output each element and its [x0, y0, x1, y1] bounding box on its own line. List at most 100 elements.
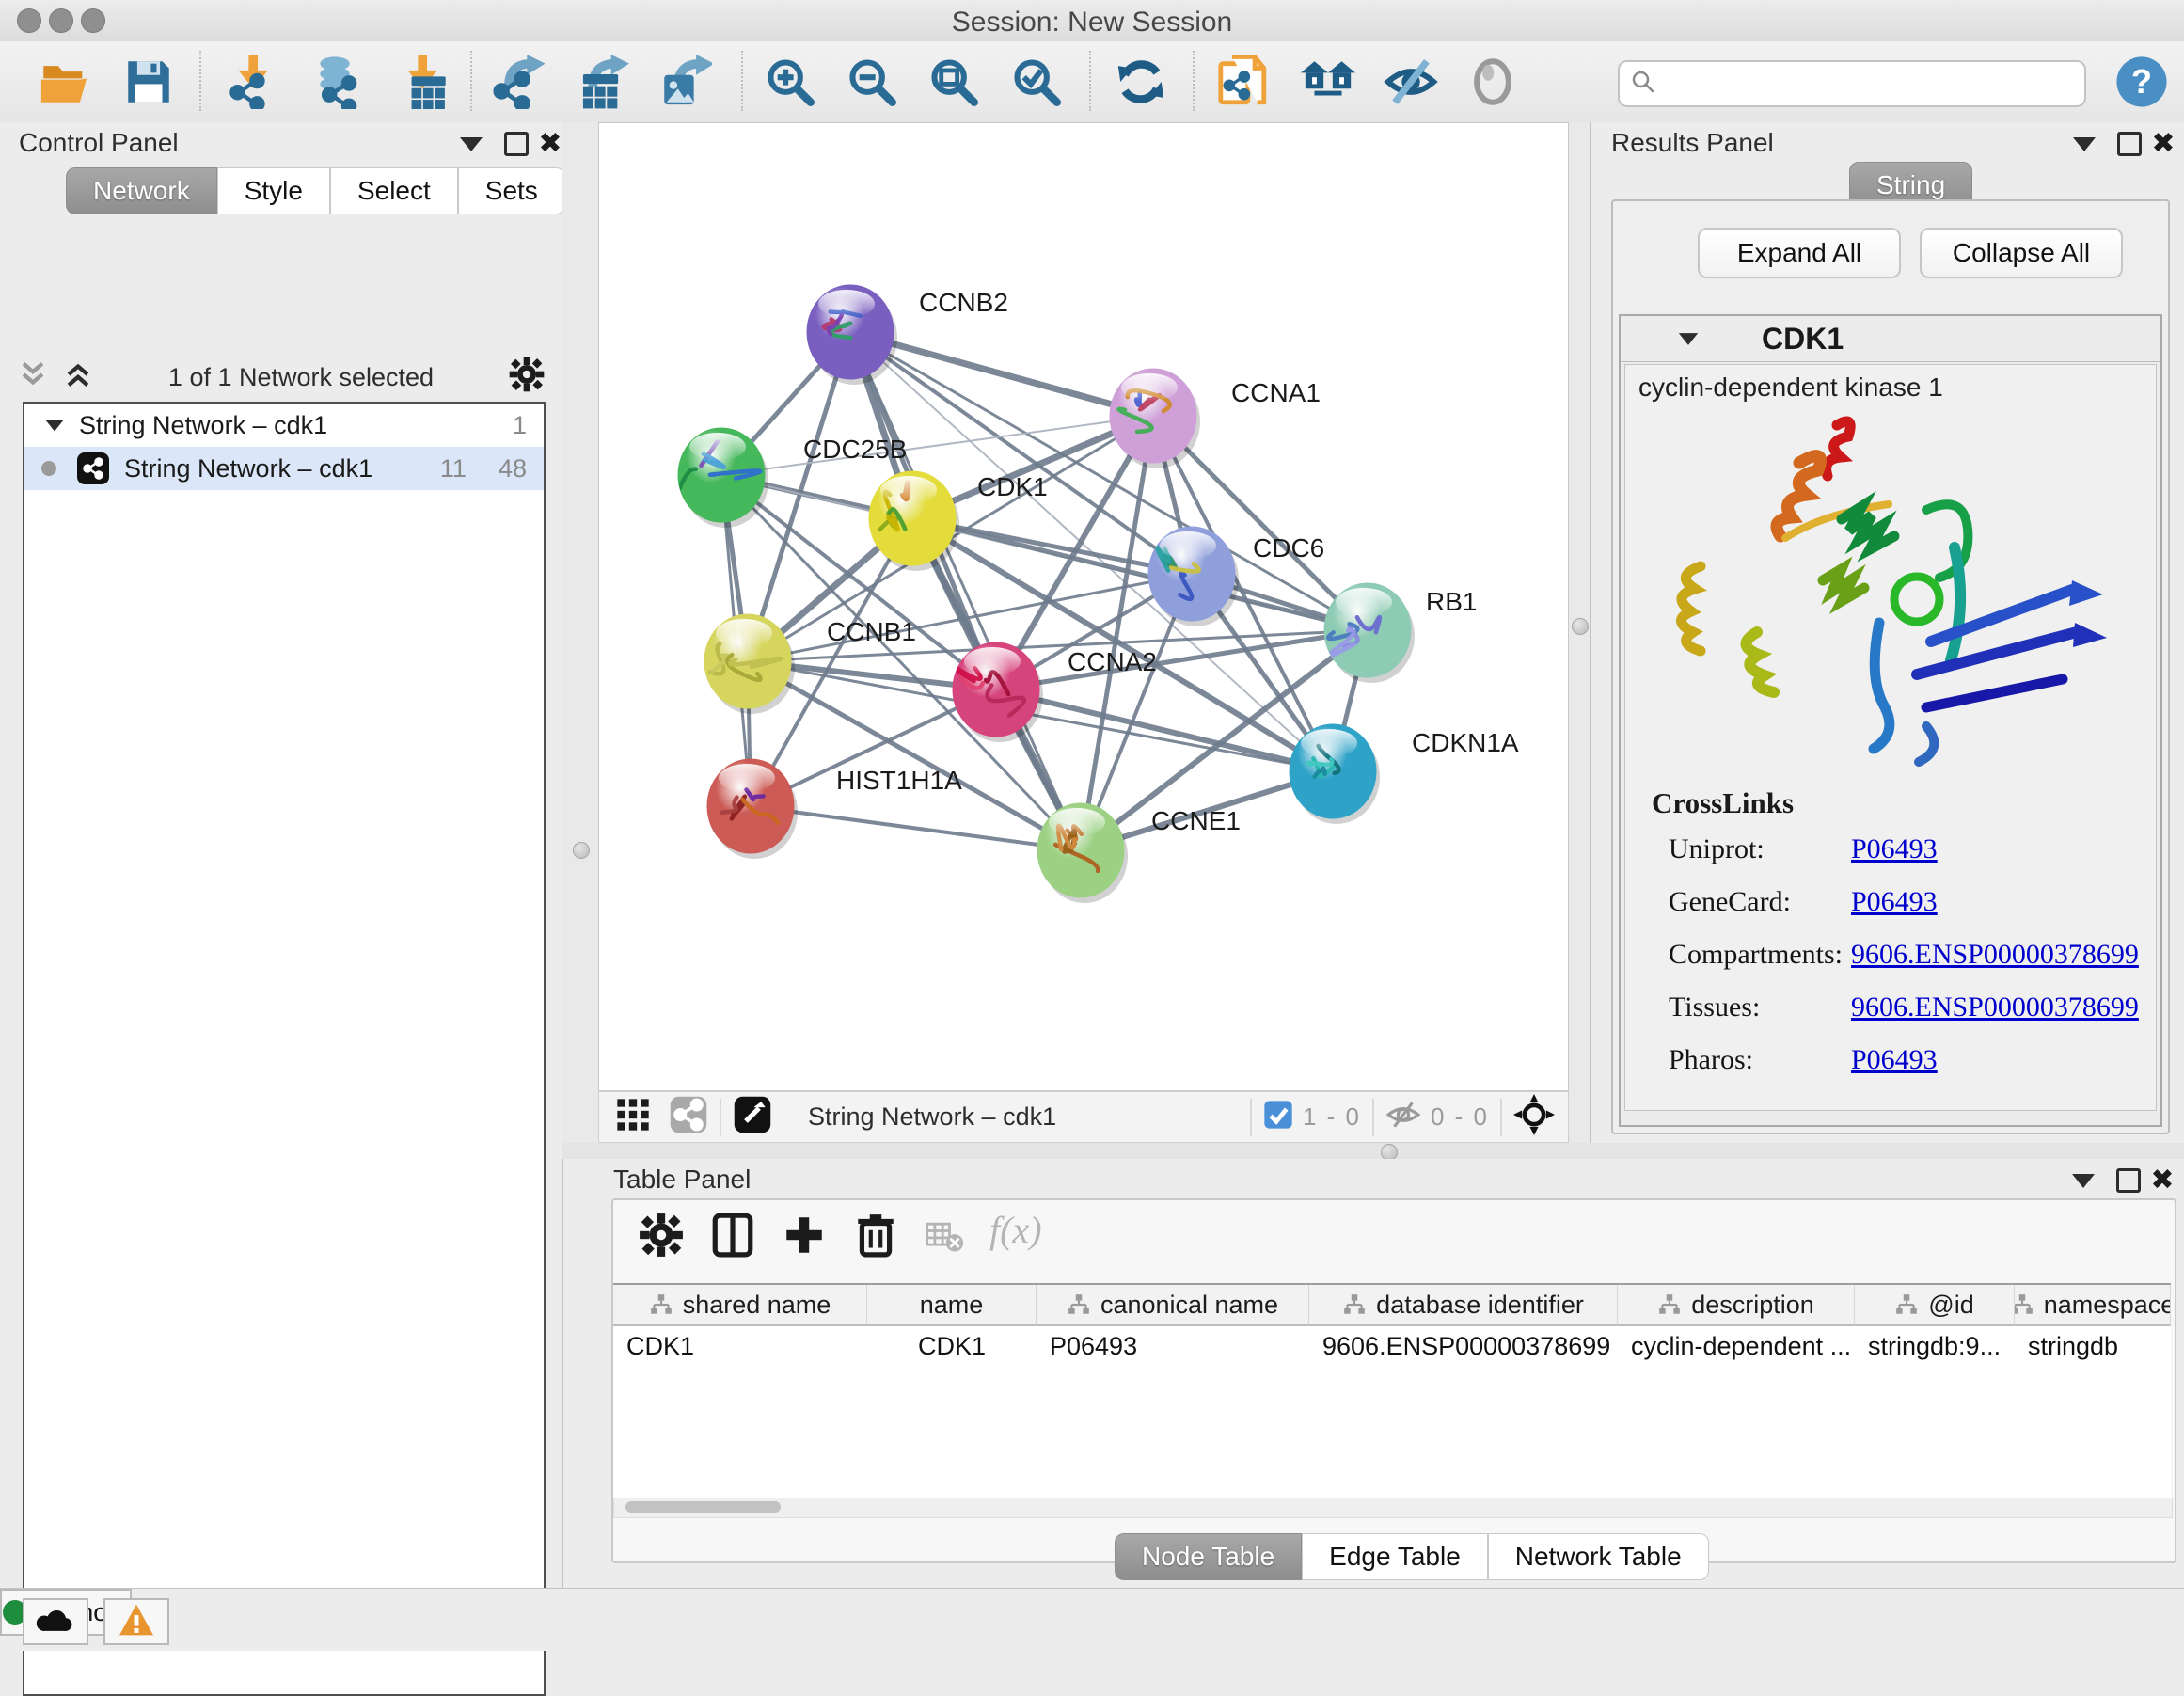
export-image-icon[interactable]	[657, 55, 712, 109]
zoom-fit-icon[interactable]	[926, 55, 981, 109]
column-header-namespace[interactable]: namespace	[2015, 1285, 2171, 1326]
crosslink-link[interactable]: P06493	[1851, 1044, 1938, 1076]
table-horizontal-scrollbar[interactable]	[613, 1498, 2173, 1518]
network-row[interactable]: String Network – cdk1 11 48	[24, 447, 544, 490]
collapse-all-networks-icon[interactable]	[17, 358, 49, 397]
crosslink-label: Uniprot:	[1669, 833, 1765, 865]
node-label-CCNE1: CCNE1	[1151, 806, 1241, 835]
node-HIST1H1A[interactable]	[707, 759, 798, 859]
zoom-out-icon[interactable]	[845, 55, 899, 109]
warnings-button[interactable]	[103, 1598, 169, 1645]
node-CCNE1[interactable]	[1037, 803, 1128, 903]
column-header-@id[interactable]: @id	[1855, 1285, 2015, 1326]
network-options-gear-icon[interactable]	[508, 356, 546, 400]
column-header-database-identifier[interactable]: database identifier	[1309, 1285, 1618, 1326]
panel-splitter-vertical[interactable]	[562, 122, 598, 1143]
network-collection-row[interactable]: String Network – cdk1 1	[24, 404, 544, 447]
node-result-header[interactable]: CDK1	[1621, 316, 2160, 362]
detach-view-icon[interactable]	[733, 1095, 772, 1139]
birds-eye-view-icon[interactable]	[1513, 1094, 1555, 1140]
tab-node-table[interactable]: Node Table	[1115, 1533, 1302, 1580]
column-header-description[interactable]: description	[1618, 1285, 1855, 1326]
node-CDC25B[interactable]	[670, 428, 768, 528]
float-panel-icon[interactable]	[455, 128, 487, 160]
expand-all-networks-icon[interactable]	[62, 358, 94, 397]
scrollbar-thumb[interactable]	[625, 1501, 781, 1513]
column-header-name[interactable]: name	[867, 1285, 1037, 1326]
column-header-shared-name[interactable]: shared name	[613, 1285, 867, 1326]
new-network-from-selection-icon[interactable]	[1216, 55, 1271, 109]
node-CCNB2[interactable]	[807, 285, 897, 385]
table-cell[interactable]: P06493	[1037, 1326, 1309, 1366]
grid-view-icon[interactable]	[614, 1096, 652, 1138]
search-box[interactable]	[1618, 60, 2086, 107]
crosslink-link[interactable]: 9606.ENSP00000378699	[1851, 939, 2139, 971]
table-options-gear-icon[interactable]	[638, 1212, 685, 1259]
hide-selected-icon[interactable]	[1384, 55, 1438, 109]
import-network-database-icon[interactable]	[308, 55, 362, 109]
create-column-icon[interactable]	[781, 1212, 828, 1259]
table-cell[interactable]: stringdb:9...	[1855, 1326, 2015, 1366]
apply-layout-icon[interactable]	[1114, 55, 1168, 109]
expand-all-button[interactable]: Expand All	[1698, 228, 1901, 278]
network-view-title: String Network – cdk1	[808, 1102, 1056, 1132]
selected-checkbox-icon[interactable]	[1263, 1100, 1293, 1134]
panel-splitter-vertical[interactable]	[1569, 122, 1590, 1143]
import-network-file-icon[interactable]	[225, 55, 279, 109]
splitter-handle[interactable]	[1572, 618, 1589, 635]
column-header-canonical-name[interactable]: canonical name	[1037, 1285, 1309, 1326]
node-CCNA1[interactable]	[1110, 369, 1200, 468]
tab-select[interactable]: Select	[330, 167, 458, 214]
edge-h1-e1[interactable]	[751, 806, 1081, 850]
close-panel-icon[interactable]: ✖	[2146, 1165, 2178, 1197]
close-panel-icon[interactable]: ✖	[2147, 128, 2179, 160]
save-session-icon[interactable]	[121, 55, 176, 109]
cloud-status-button[interactable]	[23, 1598, 88, 1645]
help-button[interactable]: ?	[2114, 55, 2169, 109]
close-panel-icon[interactable]: ✖	[534, 128, 566, 160]
import-table-file-icon[interactable]	[394, 55, 449, 109]
export-table-icon[interactable]	[575, 55, 629, 109]
panel-splitter-horizontal[interactable]	[562, 1143, 2184, 1159]
network-canvas[interactable]: CCNB2 CCNA1 CDC25B CDK1 CDC6 RB1 CCNB1	[598, 122, 1569, 1091]
node-CDKN1A[interactable]	[1290, 724, 1380, 824]
float-panel-icon[interactable]	[2067, 1165, 2099, 1197]
crosslink-link[interactable]: P06493	[1851, 833, 1938, 865]
crosslinks-title: CrossLinks	[1652, 786, 1794, 820]
table-cell[interactable]: CDK1	[867, 1326, 1037, 1366]
tab-network[interactable]: Network	[66, 167, 217, 214]
tab-style[interactable]: Style	[217, 167, 330, 214]
tab-sets[interactable]: Sets	[458, 167, 565, 214]
table-cell[interactable]: stringdb	[2015, 1326, 2171, 1366]
maximize-panel-icon[interactable]	[500, 128, 532, 160]
table-cell[interactable]: CDK1	[613, 1326, 867, 1366]
crosslink-link[interactable]: P06493	[1851, 886, 1938, 918]
hidden-eye-slash-icon[interactable]	[1385, 1097, 1421, 1137]
table-cell[interactable]: cyclin-dependent ...	[1618, 1326, 1855, 1366]
node-label-RB1: RB1	[1426, 587, 1477, 616]
table-cell[interactable]: 9606.ENSP00000378699	[1309, 1326, 1618, 1366]
show-columns-icon[interactable]	[709, 1212, 756, 1259]
splitter-handle[interactable]	[573, 842, 590, 859]
search-input[interactable]	[1667, 64, 2084, 103]
delete-column-icon[interactable]	[852, 1212, 899, 1259]
open-session-icon[interactable]	[37, 55, 91, 109]
maximize-panel-icon[interactable]	[2113, 1165, 2144, 1197]
show-all-icon[interactable]	[1465, 55, 1520, 109]
node-CDC6[interactable]	[1148, 527, 1239, 626]
first-neighbors-icon[interactable]	[1301, 55, 1355, 109]
tab-network-table[interactable]: Network Table	[1488, 1533, 1709, 1580]
crosslink-link[interactable]: 9606.ENSP00000378699	[1851, 991, 2139, 1023]
collapse-all-button[interactable]: Collapse All	[1920, 228, 2123, 278]
node-RB1[interactable]	[1324, 583, 1415, 683]
zoom-in-icon[interactable]	[763, 55, 817, 109]
export-network-icon[interactable]	[493, 55, 547, 109]
node-CDK1[interactable]	[869, 471, 959, 571]
network-share-icon[interactable]	[669, 1095, 708, 1139]
node-table[interactable]: shared namenamecanonical namedatabase id…	[613, 1283, 2171, 1498]
maximize-panel-icon[interactable]	[2113, 128, 2145, 160]
control-panel-tabbar: Network Style Select Sets	[66, 167, 565, 214]
zoom-selected-icon[interactable]	[1009, 55, 1064, 109]
tab-edge-table[interactable]: Edge Table	[1302, 1533, 1488, 1580]
float-panel-icon[interactable]	[2068, 128, 2100, 160]
